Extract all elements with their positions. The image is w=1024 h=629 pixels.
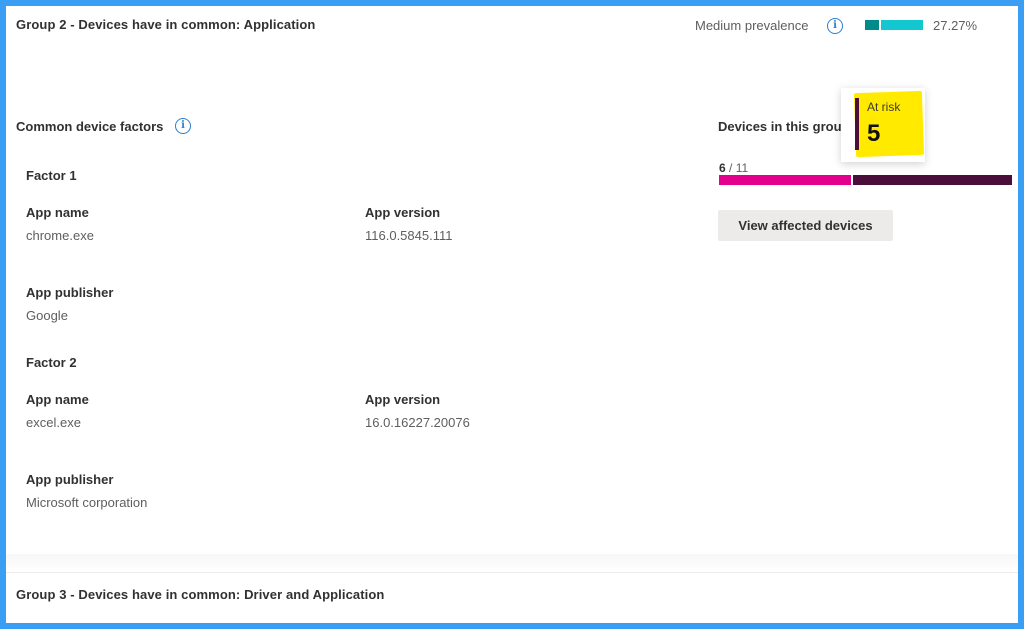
group-2-title: Group 2 - Devices have in common: Applic… bbox=[16, 17, 316, 32]
factor-1-app-publisher: Google bbox=[26, 308, 68, 323]
factor-1-app-version-label: App version bbox=[365, 205, 441, 220]
prevalence-percent: 27.27% bbox=[933, 18, 978, 33]
factor-1-app-version: 116.0.5845.111 bbox=[365, 228, 453, 243]
group-3-title[interactable]: Group 3 - Devices have in common: Driver… bbox=[16, 587, 384, 602]
device-count-total: 11 bbox=[735, 161, 749, 175]
at-risk-bar-segment[interactable] bbox=[719, 175, 851, 185]
factor-2-app-version: 16.0.16227.20076 bbox=[365, 415, 470, 430]
factor-2-app-name-label: App name bbox=[26, 392, 89, 407]
at-risk-tooltip: At risk 5 bbox=[841, 88, 925, 162]
device-count-current: 6 bbox=[719, 161, 726, 175]
factor-2-app-name: excel.exe bbox=[26, 415, 81, 430]
devices-in-group-title: Devices in this group bbox=[718, 119, 850, 134]
prevalence-info-icon[interactable]: i bbox=[827, 18, 843, 34]
tooltip-label: At risk bbox=[867, 100, 901, 114]
common-factors-info-icon[interactable]: i bbox=[175, 118, 191, 134]
devices-risk-bar[interactable] bbox=[719, 175, 1012, 185]
factor-1-title: Factor 1 bbox=[26, 168, 77, 183]
factor-2-app-version-label: App version bbox=[365, 392, 441, 407]
common-factors-title: Common device factors bbox=[16, 119, 164, 134]
factor-1-app-name: chrome.exe bbox=[26, 228, 94, 243]
prevalence-label: Medium prevalence bbox=[695, 18, 809, 33]
factor-2-title: Factor 2 bbox=[26, 355, 77, 370]
prevalence-bar-track bbox=[881, 20, 923, 30]
factor-1-app-publisher-label: App publisher bbox=[26, 285, 114, 300]
other-bar-segment[interactable] bbox=[853, 175, 1012, 185]
window-frame: Group 2 - Devices have in common: Applic… bbox=[0, 0, 1024, 629]
group-2-bottom-shadow bbox=[6, 554, 1018, 572]
factor-1-app-name-label: App name bbox=[26, 205, 89, 220]
prevalence-bar-fill bbox=[865, 20, 879, 30]
group-divider bbox=[6, 572, 1018, 573]
tooltip-accent-bar bbox=[855, 98, 859, 150]
view-affected-devices-button[interactable]: View affected devices bbox=[718, 210, 893, 241]
device-count-separator: / bbox=[725, 161, 736, 175]
tooltip-value: 5 bbox=[867, 120, 881, 147]
factor-2-app-publisher: Microsoft corporation bbox=[26, 495, 148, 510]
factor-2-app-publisher-label: App publisher bbox=[26, 472, 114, 487]
prevalence-bar bbox=[865, 20, 923, 30]
